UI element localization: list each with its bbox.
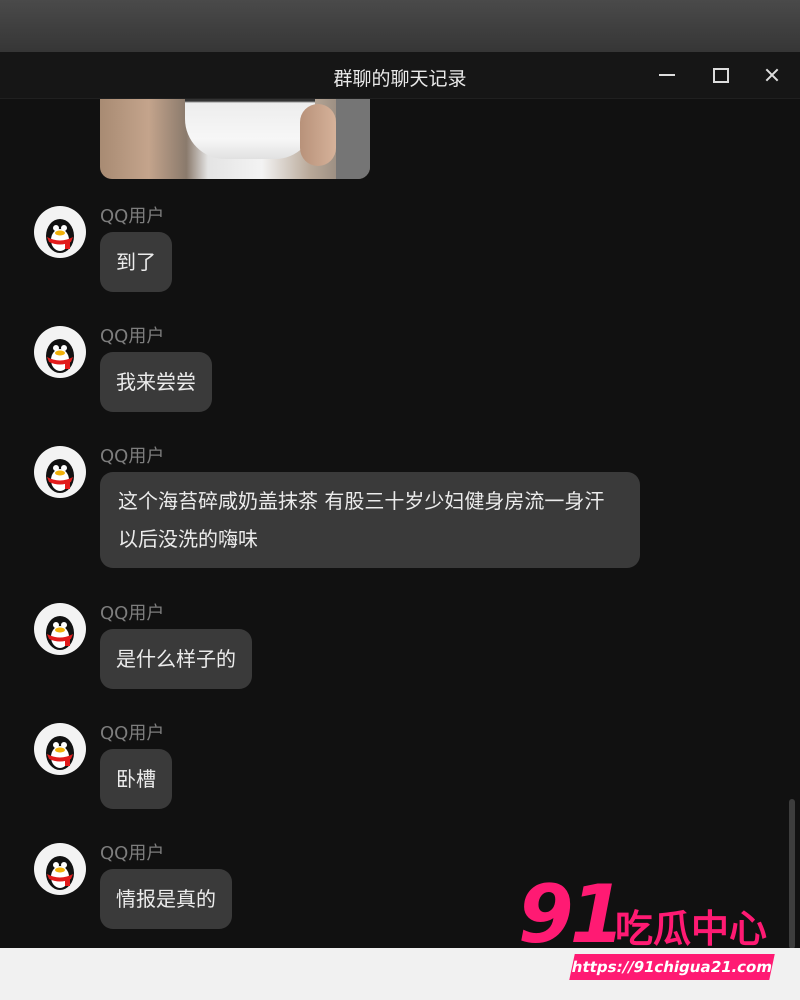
close-icon[interactable] xyxy=(755,60,789,90)
watermark-text: 吃瓜中心 xyxy=(615,907,768,951)
sender-name: QQ用户 xyxy=(100,206,165,227)
message-bubble[interactable]: 到了 xyxy=(100,232,172,292)
title-bar[interactable]: 群聊的聊天记录 xyxy=(0,52,800,99)
watermark-logo: 91 吃瓜中心 https://91chigua21.com xyxy=(518,868,778,982)
scrollbar-thumb[interactable] xyxy=(789,799,795,948)
top-background xyxy=(0,0,800,52)
message-bubble[interactable]: 我来尝尝 xyxy=(100,352,212,412)
avatar-penguin-icon[interactable] xyxy=(34,206,86,258)
minimize-icon[interactable] xyxy=(650,60,684,90)
message-bubble[interactable]: 卧槽 xyxy=(100,749,172,809)
avatar-penguin-icon[interactable] xyxy=(34,843,86,895)
photo-finger xyxy=(300,104,336,166)
image-message[interactable] xyxy=(100,99,370,179)
watermark-url: https://91chigua21.com xyxy=(569,954,775,980)
watermark-number: 91 xyxy=(518,868,625,961)
avatar-penguin-icon[interactable] xyxy=(34,723,86,775)
maximize-icon[interactable] xyxy=(703,60,737,90)
avatar-penguin-icon[interactable] xyxy=(34,446,86,498)
sender-name: QQ用户 xyxy=(100,603,165,624)
chat-history-window: 群聊的聊天记录 QQ用户 到了 QQ用户 我来尝尝 QQ用户 这个海苔碎咸奶盖抹… xyxy=(0,52,800,948)
message-bubble[interactable]: 是什么样子的 xyxy=(100,629,252,689)
sender-name: QQ用户 xyxy=(100,723,165,744)
sender-name: QQ用户 xyxy=(100,843,165,864)
photo-background xyxy=(336,99,370,179)
sender-name: QQ用户 xyxy=(100,326,165,347)
photo-cup xyxy=(185,99,315,159)
message-bubble[interactable]: 情报是真的 xyxy=(100,869,232,929)
avatar-penguin-icon[interactable] xyxy=(34,603,86,655)
avatar-penguin-icon[interactable] xyxy=(34,326,86,378)
message-bubble[interactable]: 这个海苔碎咸奶盖抹茶 有股三十岁少妇健身房流一身汗以后没洗的嗨味 xyxy=(100,472,640,568)
sender-name: QQ用户 xyxy=(100,446,165,467)
